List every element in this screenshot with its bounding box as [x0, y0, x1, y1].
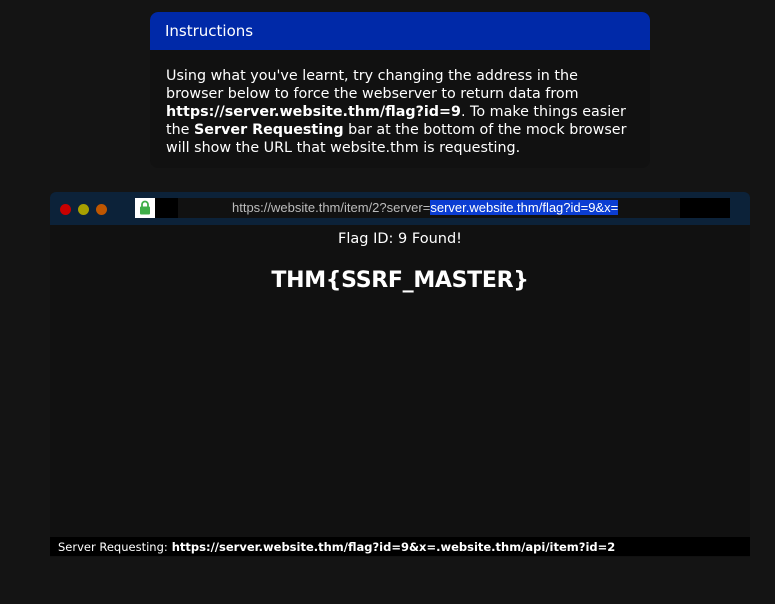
instructions-header: Instructions — [150, 12, 650, 50]
mock-browser: https://website.thm/item/2?server=server… — [50, 192, 750, 557]
browser-content: Flag ID: 9 Found! THM{SSRF_MASTER} — [50, 225, 750, 537]
instructions-server-requesting: Server Requesting — [194, 122, 344, 138]
address-selection: server.website.thm/flag?id=9&x= — [430, 200, 619, 215]
address-text[interactable]: https://website.thm/item/2?server=server… — [232, 198, 619, 218]
server-requesting-url: https://server.website.thm/flag?id=9&x=.… — [171, 539, 616, 554]
instructions-panel: Instructions Using what you've learnt, t… — [150, 12, 650, 168]
instructions-flag-url: https://server.website.thm/flag?id=9 — [166, 104, 461, 120]
flag-status: Flag ID: 9 Found! — [338, 231, 462, 247]
instructions-title: Instructions — [165, 22, 254, 40]
minimize-dot-icon — [78, 204, 89, 215]
page: Instructions Using what you've learnt, t… — [0, 0, 775, 604]
browser-toolbar: https://website.thm/item/2?server=server… — [50, 192, 750, 225]
maximize-dot-icon — [96, 204, 107, 215]
address-bar[interactable]: https://website.thm/item/2?server=server… — [155, 198, 730, 218]
server-requesting-label: Server Requesting: — [58, 539, 168, 554]
address-prefix: https://website.thm/item/2?server= — [232, 200, 431, 215]
server-requesting-bar: Server Requesting: https://server.websit… — [50, 537, 750, 556]
flag-value: THM{SSRF_MASTER} — [271, 268, 529, 293]
lock-icon — [135, 198, 155, 218]
instructions-body: Using what you've learnt, try changing t… — [150, 50, 650, 157]
close-dot-icon — [60, 204, 71, 215]
instructions-text-1: Using what you've learnt, try changing t… — [166, 68, 579, 102]
